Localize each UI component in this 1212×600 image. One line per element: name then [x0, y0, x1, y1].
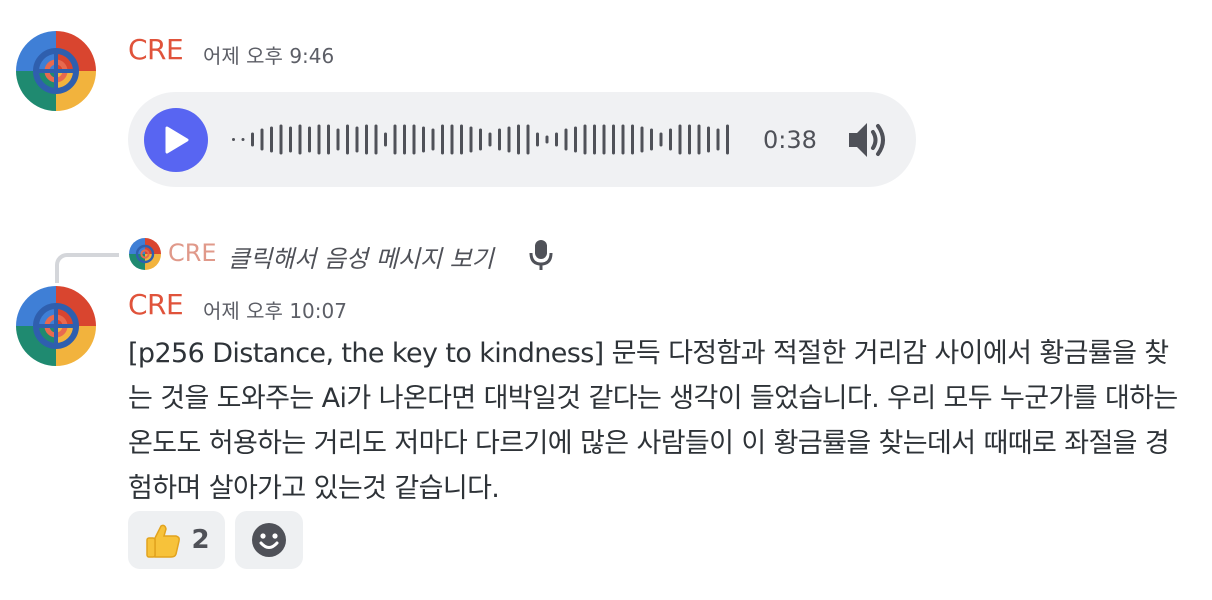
waveform-bar: [308, 126, 311, 153]
waveform-bar: [355, 126, 359, 153]
waveform-bar: [460, 124, 463, 155]
waveform-bar: [469, 126, 473, 153]
waveform-bar: [574, 126, 577, 153]
waveform-bar: [526, 124, 530, 155]
waveform-bar: [697, 124, 701, 155]
author-avatar[interactable]: [16, 286, 96, 366]
add-reaction-smiley-icon: [252, 523, 286, 557]
thumbs-up-icon: [146, 524, 181, 558]
message-author[interactable]: CRE: [128, 288, 184, 321]
voice-duration: 0:38: [763, 126, 817, 154]
waveform-bar: [336, 128, 340, 151]
waveform-bar: [241, 138, 245, 141]
microphone-icon: [529, 240, 553, 270]
waveform-bar: [726, 124, 729, 155]
waveform-bar: [298, 124, 302, 155]
waveform[interactable]: [230, 92, 750, 187]
play-button[interactable]: [144, 108, 208, 172]
waveform-bar: [631, 124, 634, 155]
volume-icon: [849, 123, 885, 157]
waveform-bar: [431, 128, 435, 151]
waveform-bar: [545, 135, 549, 144]
waveform-bar: [555, 132, 558, 147]
waveform-bar: [384, 132, 387, 147]
waveform-bar: [583, 124, 587, 155]
avatar-image: [16, 31, 96, 111]
waveform-bar: [640, 126, 644, 153]
waveform-bar: [564, 128, 568, 151]
waveform-bar: [346, 124, 349, 155]
waveform-bar: [517, 124, 520, 155]
waveform-bar: [659, 132, 663, 147]
waveform-bar: [602, 124, 606, 155]
waveform-bar: [317, 124, 321, 155]
waveform-bar: [270, 126, 273, 153]
waveform-bar: [650, 128, 653, 151]
waveform-bar: [678, 124, 682, 155]
reaction-thumbs-up[interactable]: 2: [128, 511, 225, 569]
waveform-bar: [498, 128, 501, 151]
waveform-bar: [707, 126, 710, 153]
waveform-bar: [403, 124, 406, 155]
volume-button[interactable]: [846, 118, 892, 162]
waveform-bar: [479, 128, 482, 151]
reply-preview-text[interactable]: 클릭해서 음성 메시지 보기: [228, 239, 494, 274]
reply-connector: [55, 253, 119, 283]
reply-author[interactable]: CRE: [168, 239, 217, 267]
waveform-bar: [412, 124, 416, 155]
waveform-bar: [507, 126, 511, 153]
waveform-bar: [365, 124, 368, 155]
avatar-image: [16, 286, 96, 366]
waveform-bar: [289, 126, 292, 153]
waveform-bar: [612, 124, 615, 155]
waveform-bar: [669, 128, 672, 151]
author-avatar[interactable]: [16, 31, 96, 111]
waveform-bar: [260, 128, 264, 151]
message-timestamp: 어제 오후 10:07: [203, 299, 347, 323]
message-author[interactable]: CRE: [128, 33, 184, 66]
waveform-bar: [593, 124, 596, 155]
waveform-bar: [536, 132, 539, 147]
waveform-bar: [374, 124, 378, 155]
reactions-bar: 2: [128, 511, 303, 569]
waveform-bar: [716, 128, 720, 151]
add-reaction-button[interactable]: [235, 511, 303, 569]
waveform-bar: [327, 124, 330, 155]
waveform-bar: [488, 132, 492, 147]
waveform-bar: [393, 124, 397, 155]
reply-avatar[interactable]: [129, 238, 161, 270]
waveform-bar: [232, 138, 235, 141]
waveform-bar: [450, 124, 454, 155]
waveform-bar: [422, 126, 425, 153]
waveform-bar: [441, 124, 444, 155]
waveform-bar: [251, 132, 254, 147]
message-timestamp: 어제 오후 9:46: [203, 44, 335, 68]
waveform-bar: [688, 124, 691, 155]
play-icon: [165, 126, 189, 154]
avatar-image: [129, 238, 161, 270]
waveform-bar: [621, 124, 625, 155]
waveform-bar: [279, 124, 283, 155]
message-content: [p256 Distance, the key to kindness] 문득 …: [128, 338, 1178, 504]
voice-message-player: 0:38: [128, 92, 916, 187]
reaction-count: 2: [191, 525, 210, 555]
